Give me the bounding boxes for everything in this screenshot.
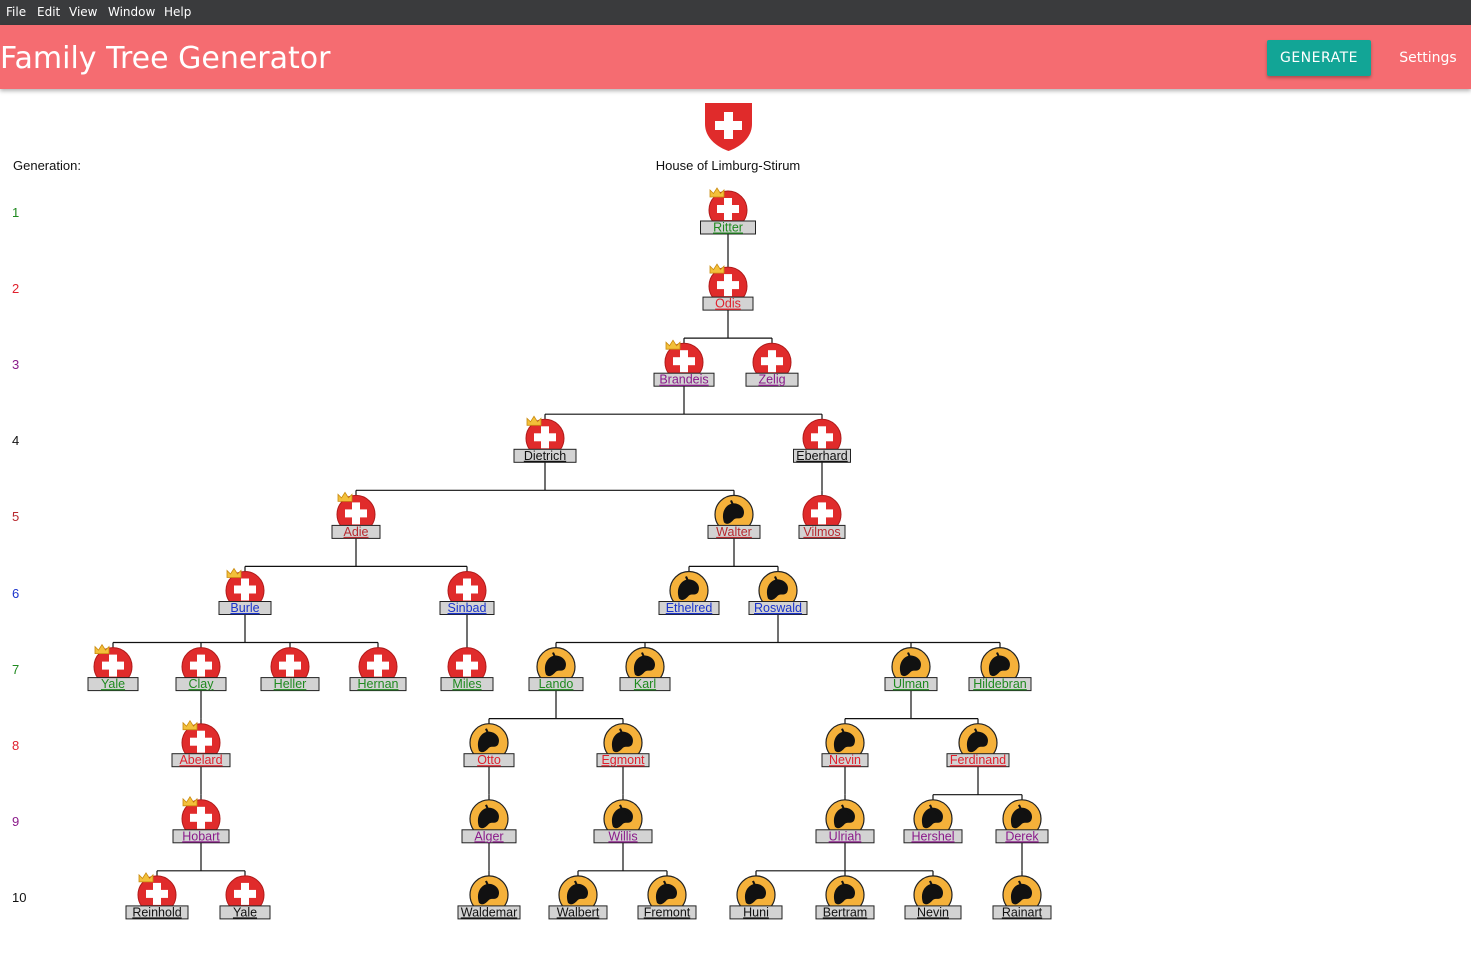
- person-node-heller[interactable]: Heller: [260, 647, 320, 692]
- person-node-bertram[interactable]: Bertram: [815, 875, 875, 920]
- person-name: Ulriah: [829, 829, 862, 843]
- person-name: Lando: [539, 677, 574, 691]
- person-name: Willis: [608, 829, 637, 843]
- person-name: Waldemar: [461, 905, 518, 919]
- person-name: Nevin: [829, 753, 861, 767]
- person-node-brandeis[interactable]: Brandeis: [653, 339, 715, 387]
- person-node-rainart[interactable]: Rainart: [992, 875, 1052, 920]
- person-node-adie[interactable]: Adie: [331, 491, 381, 539]
- person-name: Dietrich: [524, 449, 566, 463]
- person-name: Huni: [743, 905, 769, 919]
- crown-icon: [138, 872, 154, 883]
- person-node-sinbad[interactable]: Sinbad: [439, 571, 495, 616]
- person-node-odis[interactable]: Odis: [702, 263, 754, 311]
- person-name: Walbert: [557, 905, 600, 919]
- family-tree: Ritter Odis Brandeis Zelig Dietrich Eberhard A…: [87, 187, 1052, 920]
- person-name: Otto: [477, 753, 501, 767]
- person-node-hildebran[interactable]: Hildebran: [968, 647, 1032, 692]
- person-node-egmont[interactable]: Egmont: [596, 723, 650, 768]
- person-name: Clay: [188, 677, 214, 691]
- crown-icon: [337, 491, 353, 502]
- person-name: Yale: [101, 677, 125, 691]
- person-name: Walter: [716, 525, 752, 539]
- person-node-ferdinand[interactable]: Ferdinand: [946, 723, 1010, 768]
- person-node-hershel[interactable]: Hershel: [903, 799, 963, 844]
- person-name: Yale: [233, 905, 257, 919]
- person-name: Reinhold: [132, 905, 181, 919]
- person-name: Bertram: [823, 905, 867, 919]
- crown-icon: [709, 263, 725, 274]
- person-node-roswald[interactable]: Roswald: [748, 570, 808, 616]
- person-name: Fremont: [644, 905, 691, 919]
- person-node-huni[interactable]: Huni: [729, 875, 783, 920]
- person-node-abelard[interactable]: Abelard: [171, 719, 231, 768]
- person-name: Hershel: [911, 829, 954, 843]
- person-node-otto[interactable]: Otto: [463, 723, 515, 768]
- crown-icon: [709, 187, 725, 198]
- person-node-clay[interactable]: Clay: [175, 647, 227, 692]
- person-name: Brandeis: [659, 373, 708, 387]
- person-node-dietrich[interactable]: Dietrich: [513, 415, 577, 463]
- person-name: Miles: [452, 677, 481, 691]
- person-name: Zelig: [758, 373, 785, 387]
- person-node-nevin8[interactable]: Nevin: [821, 723, 869, 768]
- person-name: Ritter: [713, 221, 743, 235]
- person-node-nevin10[interactable]: Nevin: [904, 875, 962, 920]
- person-name: Ferdinand: [950, 753, 1006, 767]
- person-node-lando[interactable]: Lando: [528, 647, 584, 692]
- person-node-derek[interactable]: Derek: [995, 799, 1049, 844]
- person-name: Sinbad: [448, 601, 487, 615]
- person-node-yale7[interactable]: Yale: [87, 643, 139, 692]
- person-name: Nevin: [917, 905, 949, 919]
- person-node-ulriah[interactable]: Ulriah: [815, 799, 875, 844]
- crown-icon: [182, 719, 198, 731]
- person-name: Heller: [274, 677, 307, 691]
- person-name: Vilmos: [803, 525, 840, 539]
- person-name: Odis: [715, 297, 741, 311]
- crown-icon: [94, 643, 110, 654]
- person-name: Hernan: [358, 677, 399, 691]
- person-name: Alger: [474, 829, 503, 843]
- person-name: Derek: [1005, 829, 1039, 843]
- person-node-hobart[interactable]: Hobart: [172, 796, 230, 844]
- person-node-ulman[interactable]: Ulman: [884, 647, 938, 692]
- person-node-burle[interactable]: Burle: [218, 567, 272, 616]
- crown-icon: [226, 567, 242, 578]
- person-node-reinhold[interactable]: Reinhold: [125, 872, 189, 920]
- person-node-walter[interactable]: Walter: [707, 494, 761, 539]
- person-name: Roswald: [754, 601, 802, 615]
- person-node-eberhard[interactable]: Eberhard: [793, 418, 851, 463]
- person-node-karl[interactable]: Karl: [619, 647, 671, 692]
- person-name: Eberhard: [796, 449, 847, 463]
- person-node-hernan[interactable]: Hernan: [349, 647, 407, 692]
- person-name: Hobart: [182, 829, 220, 843]
- person-name: Hildebran: [973, 677, 1027, 691]
- person-name: Karl: [634, 677, 656, 691]
- person-node-ethelred[interactable]: Ethelred: [658, 570, 720, 616]
- person-name: Egmont: [601, 753, 645, 767]
- person-name: Ethelred: [666, 601, 713, 615]
- person-node-miles[interactable]: Miles: [440, 647, 494, 692]
- person-node-willis[interactable]: Willis: [593, 799, 653, 844]
- person-name: Rainart: [1002, 905, 1043, 919]
- connector-lines: [112, 233, 1023, 898]
- person-node-ritter[interactable]: Ritter: [700, 187, 756, 235]
- person-node-fremont[interactable]: Fremont: [637, 875, 697, 920]
- person-node-yale10[interactable]: Yale: [219, 875, 271, 920]
- crown-icon: [182, 796, 198, 807]
- person-node-walbert[interactable]: Walbert: [548, 875, 608, 920]
- person-name: Adie: [343, 525, 368, 539]
- person-node-waldemar[interactable]: Waldemar: [457, 875, 521, 920]
- person-name: Ulman: [893, 677, 929, 691]
- person-node-alger[interactable]: Alger: [461, 799, 517, 844]
- crown-icon: [526, 415, 542, 426]
- person-node-vilmos[interactable]: Vilmos: [798, 494, 846, 539]
- person-name: Abelard: [179, 753, 222, 767]
- person-node-zelig[interactable]: Zelig: [745, 342, 799, 387]
- person-name: Burle: [230, 601, 259, 615]
- crown-icon: [665, 339, 681, 350]
